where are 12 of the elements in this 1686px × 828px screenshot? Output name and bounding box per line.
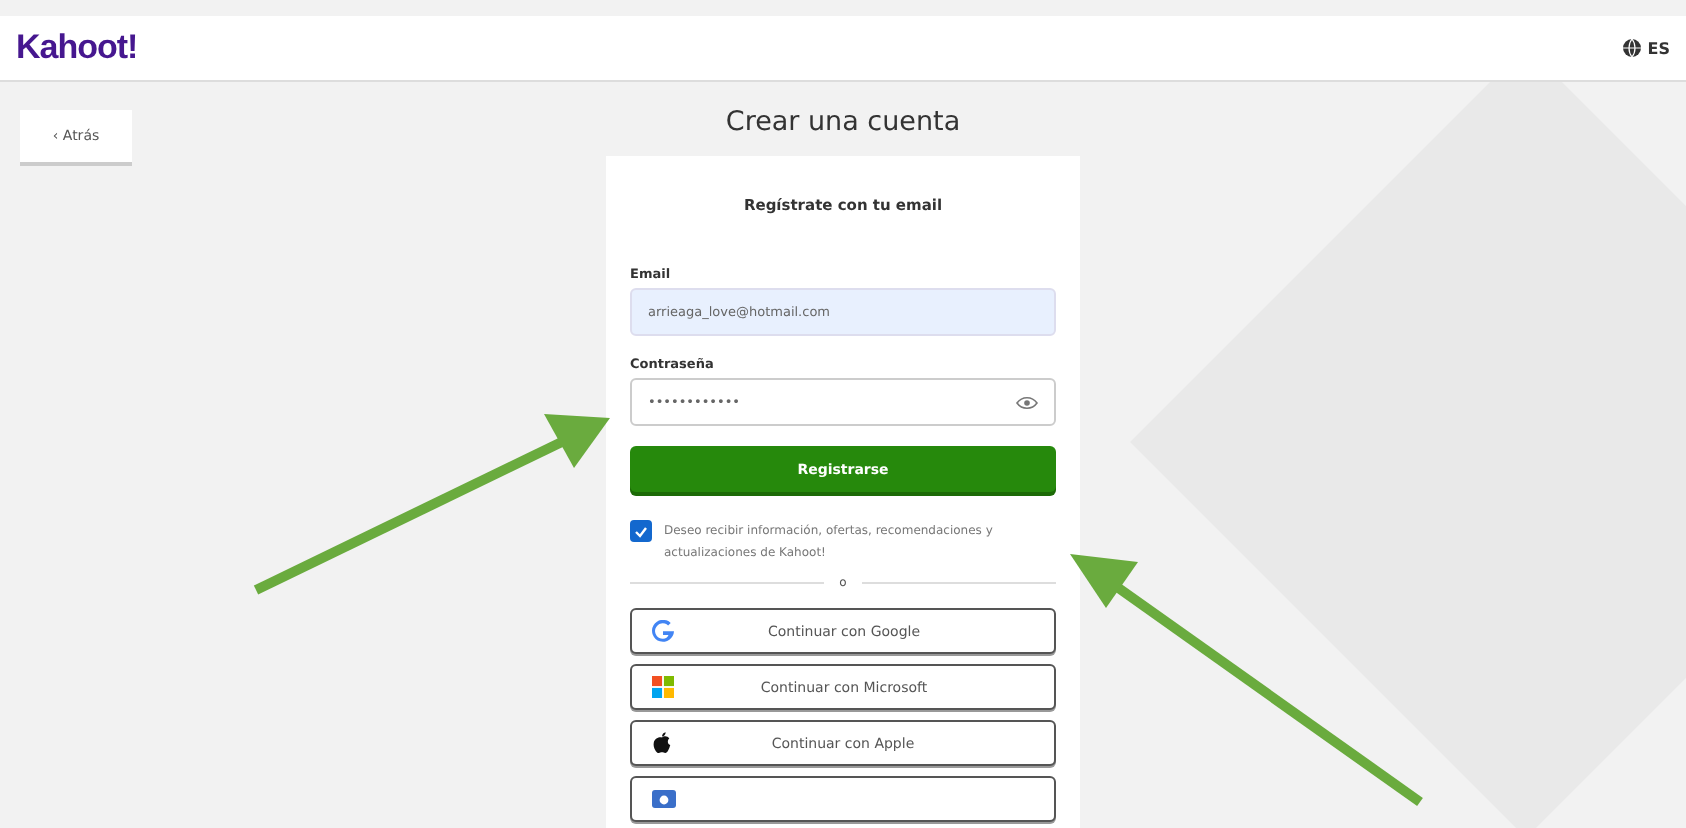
language-selector[interactable]: ES (1621, 38, 1670, 58)
microsoft-icon (652, 676, 674, 698)
check-icon (634, 525, 648, 537)
globe-icon (1621, 38, 1642, 58)
opt-in-checkbox[interactable] (630, 520, 652, 542)
page-title: Crear una cuenta (725, 106, 961, 138)
sign-in-button[interactable] (630, 776, 1056, 822)
sign-in-icon (652, 790, 676, 808)
kahoot-logo[interactable]: Kahoot! (16, 28, 138, 68)
apple-icon (652, 732, 672, 754)
eye-icon[interactable] (1016, 395, 1038, 409)
google-icon (652, 620, 674, 642)
